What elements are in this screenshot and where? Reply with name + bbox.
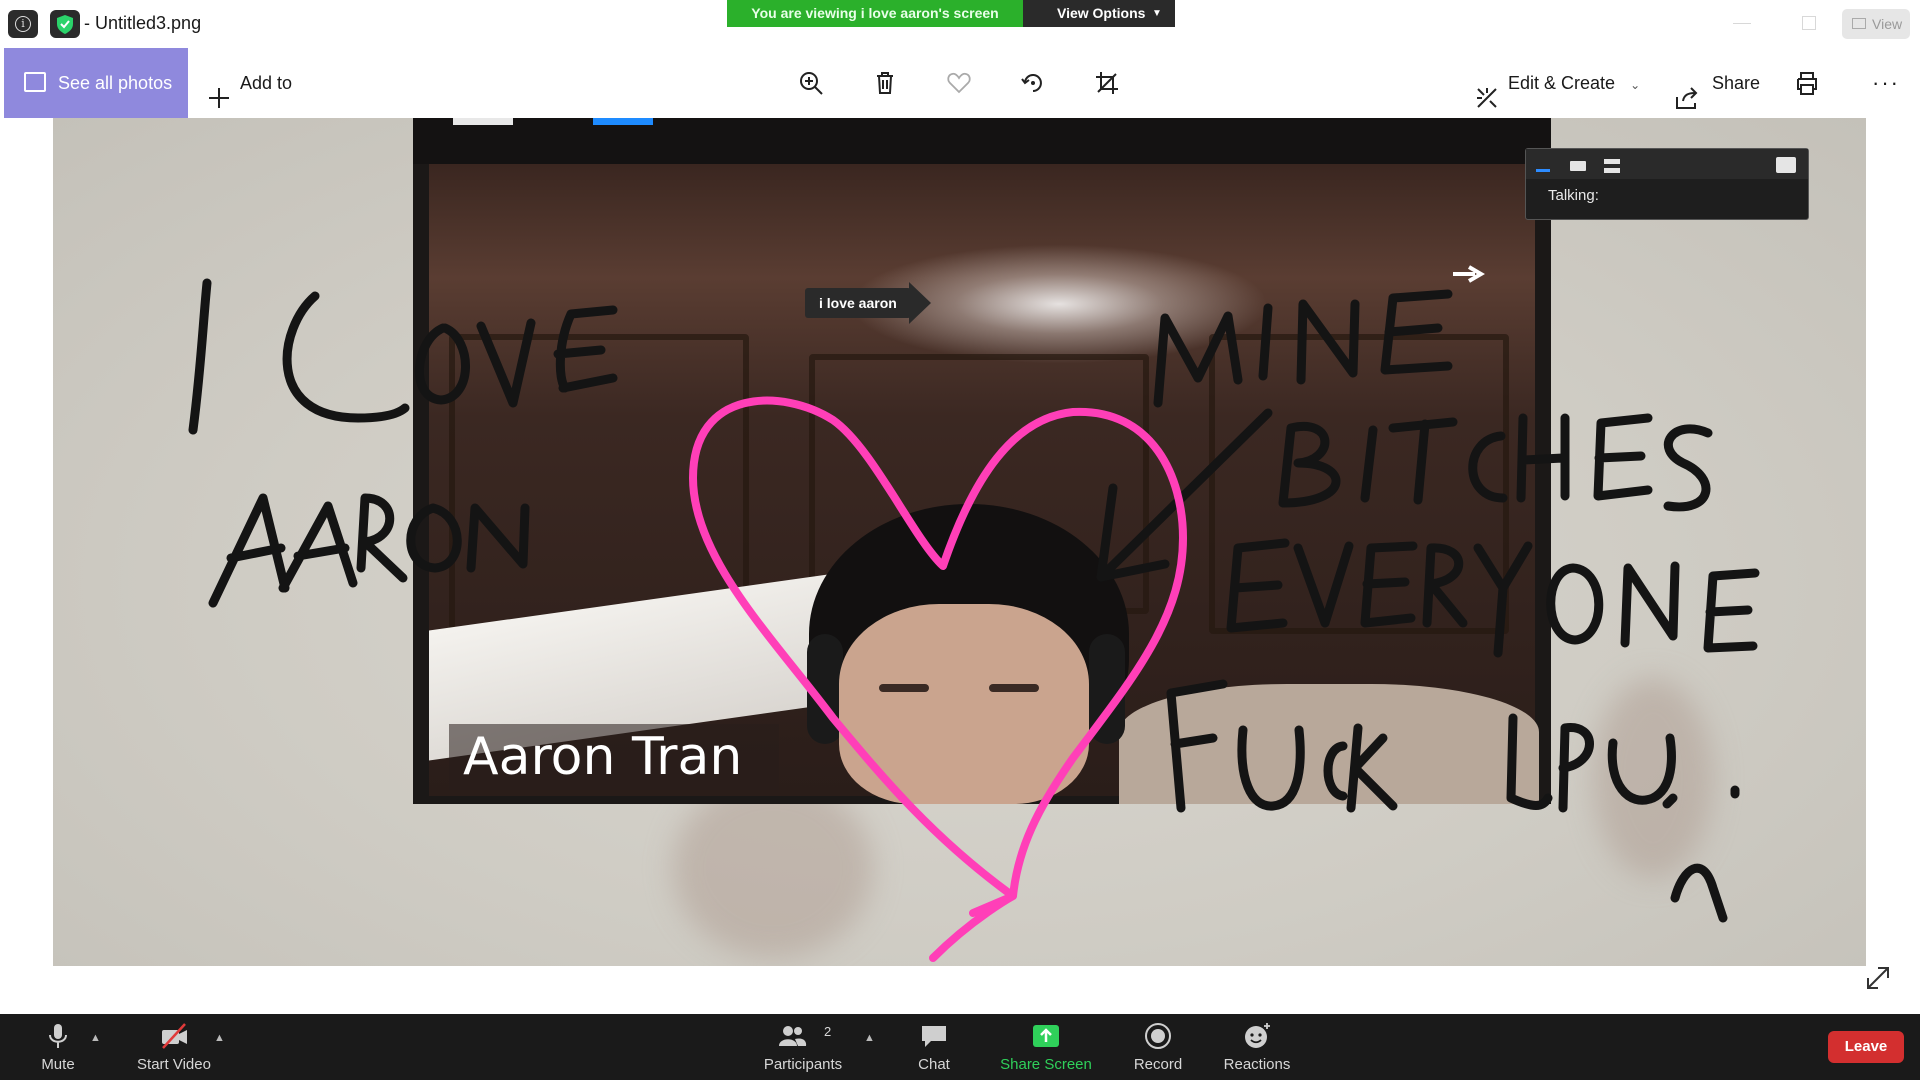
share-label: Share	[1712, 73, 1761, 93]
mute-options-caret-icon[interactable]: ▲	[90, 1032, 101, 1044]
talking-panel: Talking:	[1525, 148, 1809, 220]
viewing-screen-banner: You are viewing i love aaron's screen	[727, 0, 1023, 27]
share-button[interactable]: Share	[1670, 48, 1760, 118]
headphones	[1089, 634, 1125, 744]
photos-toolbar: See all photos Add to Edit & Create ⌄ Sh…	[4, 48, 1920, 118]
favorite-heart-icon[interactable]	[946, 70, 972, 96]
edit-create-icon	[1474, 70, 1500, 108]
rotate-icon[interactable]	[1020, 70, 1046, 96]
share-screen-label: Share Screen	[1000, 1056, 1092, 1073]
reactions-button[interactable]: Reactions	[1220, 1014, 1294, 1080]
plus-icon	[206, 70, 232, 108]
participants-button[interactable]: 2 Participants	[756, 1014, 850, 1080]
photo-viewer[interactable]: Aaron Tran Talking: i love aaron	[53, 118, 1866, 966]
chevron-down-icon: ⌄	[1630, 78, 1641, 92]
participants-count: 2	[824, 1024, 832, 1039]
talking-label: Talking:	[1548, 187, 1599, 204]
participant-video: Aaron Tran	[429, 164, 1539, 804]
photos-app-window: i - Untitled3.png You are viewing i love…	[0, 0, 1920, 1080]
view-button-label: View	[1872, 16, 1903, 32]
add-to-label: Add to	[240, 73, 293, 93]
title-bar: i - Untitled3.png You are viewing i love…	[0, 0, 1920, 48]
see-all-photos-button[interactable]: See all photos	[4, 48, 188, 118]
talking-panel-toolbar	[1526, 149, 1808, 179]
delete-icon[interactable]	[872, 70, 898, 96]
zoom-in-icon[interactable]	[798, 70, 824, 96]
chat-bubble-icon	[919, 1022, 949, 1050]
grid-icon	[1852, 18, 1866, 29]
add-to-button[interactable]: Add to	[204, 48, 292, 118]
thumbnail-view-icon[interactable]	[1570, 161, 1586, 171]
start-video-label: Start Video	[137, 1056, 211, 1073]
photo-icon	[24, 72, 46, 92]
view-button[interactable]: View	[1842, 9, 1910, 39]
mute-label: Mute	[41, 1056, 75, 1073]
file-name: Untitled3.png	[95, 13, 202, 33]
share-screen-button[interactable]: Share Screen	[994, 1014, 1098, 1080]
maximize-icon[interactable]	[1802, 16, 1816, 30]
window-title: - Untitled3.png	[84, 13, 201, 34]
speaker-view-icon[interactable]	[1604, 159, 1620, 173]
video-off-icon	[159, 1022, 189, 1050]
chevron-down-icon: ▼	[1152, 8, 1162, 19]
reactions-smiley-icon	[1242, 1022, 1272, 1050]
chat-button[interactable]: Chat	[898, 1014, 970, 1080]
exit-minimized-icon[interactable]	[1776, 157, 1796, 173]
print-icon[interactable]	[1794, 70, 1820, 96]
minimize-icon[interactable]	[1733, 23, 1751, 24]
edit-create-label: Edit & Create	[1508, 73, 1616, 93]
mute-button[interactable]: Mute	[22, 1014, 94, 1080]
blurred-hand	[673, 778, 873, 958]
record-label: Record	[1133, 1056, 1183, 1073]
share-screen-icon	[1031, 1022, 1061, 1050]
title-prefix: -	[84, 13, 95, 33]
info-icon[interactable]: i	[8, 10, 38, 38]
participant-face	[839, 604, 1089, 804]
video-options-caret-icon[interactable]: ▲	[214, 1032, 225, 1044]
shoulder	[1119, 684, 1539, 804]
record-icon	[1143, 1022, 1173, 1050]
crop-icon[interactable]	[1094, 70, 1120, 96]
participant-name-tag: Aaron Tran	[449, 724, 779, 790]
chat-label: Chat	[918, 1056, 950, 1073]
minimize-icon[interactable]	[1536, 169, 1550, 172]
edit-create-button[interactable]: Edit & Create ⌄	[1470, 48, 1640, 118]
record-button[interactable]: Record	[1122, 1014, 1194, 1080]
participants-label: Participants	[763, 1056, 843, 1073]
start-video-button[interactable]: Start Video	[126, 1014, 222, 1080]
view-options-label: View Options	[1057, 5, 1146, 21]
shared-screen: Aaron Tran	[413, 118, 1551, 804]
participants-icon	[777, 1022, 807, 1050]
headphones	[807, 634, 843, 744]
zoom-meeting-controls: Mute ▲ Start Video ▲ 2 Participants ▲ Ch…	[0, 1014, 1920, 1080]
arrow-annotation-icon	[1453, 265, 1485, 283]
microphone-icon	[43, 1022, 73, 1050]
blurred-hand	[1593, 678, 1713, 878]
expand-icon[interactable]	[1862, 962, 1894, 994]
shared-screen-topbar	[413, 118, 1551, 164]
shield-icon[interactable]	[50, 10, 80, 38]
reactions-label: Reactions	[1223, 1056, 1291, 1073]
participants-options-caret-icon[interactable]: ▲	[864, 1032, 875, 1044]
view-options-button[interactable]: View Options ▼	[1023, 0, 1175, 27]
leave-button[interactable]: Leave	[1828, 1031, 1904, 1063]
share-icon	[1674, 70, 1700, 109]
annotator-pointer-label: i love aaron	[805, 282, 931, 324]
more-options-button[interactable]: ···	[1872, 48, 1900, 118]
see-all-photos-label: See all photos	[58, 73, 173, 93]
